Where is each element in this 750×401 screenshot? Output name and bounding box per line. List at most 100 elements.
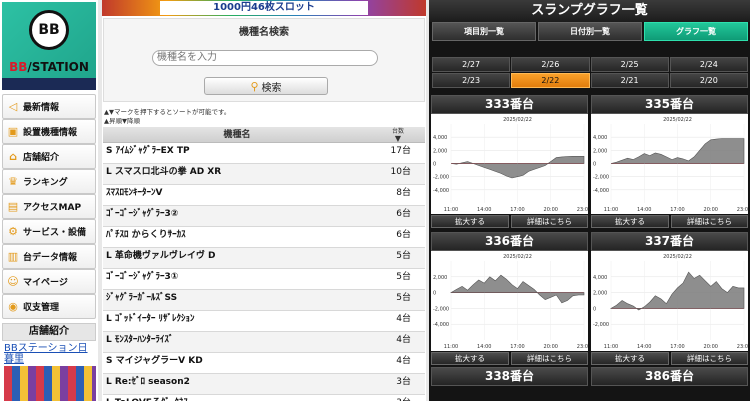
detail-button[interactable]: 詳細はこちら [511,215,588,228]
tab-0[interactable]: 項目別一覧 [432,22,536,41]
tab-1[interactable]: 日付別一覧 [538,22,642,41]
x-tick-label: 17:00 [510,344,524,350]
machine-card: 335番台 2025/02/22 4,000 2,000 0 -2,000 -4,000 11… [591,95,748,228]
slump-chart[interactable]: 2025/02/22 2,000 0 -2,000 -4,000 11:00 14:00 17… [431,251,588,351]
date-button-7[interactable]: 2/20 [669,73,748,88]
view-tabs: 項目別一覧 日付別一覧 グラフ一覧 [432,22,748,41]
expand-button[interactable]: 拡大する [591,352,669,365]
shop-photo[interactable] [4,366,96,401]
table-row[interactable]: L ToLOVEるﾀﾞｰｸﾈｽ 3台 [103,395,425,401]
machine-title[interactable]: 337番台 [591,232,748,251]
expand-button[interactable]: 拡大する [431,215,509,228]
search-button[interactable]: ⚲ 検索 [204,77,328,95]
speaker-icon: ◁ [8,99,18,113]
date-button-5[interactable]: 2/22 [511,73,590,88]
table-header: 機種名 台数 ▼ [103,127,425,143]
table-row[interactable]: S マイジャグラーV KD 4台 [103,353,425,374]
table-row[interactable]: ｺﾞｰｺﾞｰｼﾞｬｸﾞﾗｰ3② 6台 [103,206,425,227]
x-tick-label: 23:00 [737,344,748,350]
date-button-4[interactable]: 2/23 [432,73,511,88]
machine-count: 5台 [396,293,411,303]
x-tick-label: 17:00 [670,207,684,213]
tab-2[interactable]: グラフ一覧 [644,22,748,41]
machine-name: L ｺﾞｯﾄﾞｲｰﾀｰ ﾘｻﾞﾚｸｼｮﾝ [106,314,195,324]
date-button-1[interactable]: 2/26 [511,57,590,72]
table-row[interactable]: L スマスロ北斗の拳 AD XR 10台 [103,164,425,185]
user-icon: ☺ [7,274,19,288]
sidebar-item-3[interactable]: ♛ ランキング [2,169,96,194]
sidebar-item-6[interactable]: ▥ 台データ情報 [2,244,96,269]
column-count[interactable]: 台数 ▼ [371,128,425,143]
table-row[interactable]: L ﾓﾝｽﾀｰﾊﾝﾀｰﾗｲｽﾞ 4台 [103,332,425,353]
chart-date-label: 2025/02/22 [503,117,532,123]
date-button-3[interactable]: 2/24 [669,57,748,72]
sidebar-item-4[interactable]: ▤ アクセスMAP [2,194,96,219]
machine-count: 3台 [396,377,411,387]
y-tick-label: 4,000 [433,135,447,141]
machine-name: L ﾓﾝｽﾀｰﾊﾝﾀｰﾗｲｽﾞ [106,335,174,345]
sort-arrow-icon[interactable]: ▼ [371,135,425,143]
machine-buttons: 拡大する 詳細はこちら [591,352,748,365]
y-tick-label: 0 [433,291,436,297]
shop-link[interactable]: BBステーション日暮里 [4,343,96,365]
slump-chart[interactable]: 2025/02/22 4,000 2,000 0 -2,000 -4,000 11:00 14… [431,114,588,214]
date-button-6[interactable]: 2/21 [590,73,669,88]
table-row[interactable]: ﾊﾟﾁｽﾛ からくりｻｰｶｽ 6台 [103,227,425,248]
date-button-2[interactable]: 2/25 [590,57,669,72]
date-button-0[interactable]: 2/27 [432,57,511,72]
table-row[interactable]: L Re:ｾﾞﾛ season2 3台 [103,374,425,395]
machine-count: 6台 [396,209,411,219]
machine-count: 3台 [396,395,411,401]
rate-banner-text: 1000円46枚スロット [160,1,368,15]
x-tick-label: 17:00 [670,344,684,350]
y-tick-label: -2,000 [433,175,449,181]
logo-wordmark: BB/STATION [2,60,96,74]
x-tick-label: 14:00 [637,207,651,213]
rate-banner: 1000円46枚スロット [102,0,426,16]
x-tick-label: 20:00 [544,344,558,350]
logo-emblem: BB [29,10,69,50]
slump-chart-svg: 2025/02/22 4,000 2,000 0 -2,000 -4,000 11:00 14… [593,117,748,213]
table-row[interactable]: S ｱｲﾑｼﾞｬｸﾞﾗｰEX TP 17台 [103,143,425,164]
y-tick-label: 2,000 [593,148,607,154]
machine-name: ｽﾏｽﾛﾓﾝｷｰﾀｰﾝV [106,188,163,198]
machine-title[interactable]: 336番台 [431,232,588,251]
detail-button[interactable]: 詳細はこちら [671,352,748,365]
slump-chart[interactable]: 2025/02/22 4,000 2,000 0 -2,000 11:00 14:00 17:… [591,251,748,351]
x-tick-label: 11:00 [444,207,458,213]
table-row[interactable]: ｺﾞｰｺﾞｰｼﾞｬｸﾞﾗｰ3① 5台 [103,269,425,290]
search-input[interactable]: 機種名を入力 [152,50,378,66]
machine-count: 10台 [390,167,411,177]
machine-card: 336番台 2025/02/22 2,000 0 -2,000 -4,000 11:00 14… [431,232,588,365]
sidebar-item-1[interactable]: ▣ 設置機種情報 [2,119,96,144]
machine-name: ｼﾞｬｸﾞﾗｰｶﾞｰﾙｽﾞSS [106,293,178,303]
detail-button[interactable]: 詳細はこちら [511,352,588,365]
y-tick-label: -4,000 [593,188,609,194]
sidebar-item-2[interactable]: ⌂ 店舗紹介 [2,144,96,169]
column-machine-name[interactable]: 機種名 [103,127,371,143]
expand-button[interactable]: 拡大する [591,215,669,228]
search-icon: ⚲ [250,79,259,93]
table-row[interactable]: L 革命機ヴァルヴレイヴ D 5台 [103,248,425,269]
sidebar-item-5[interactable]: ⚙ サービス・設備 [2,219,96,244]
machine-title[interactable]: 333番台 [431,95,588,114]
detail-button[interactable]: 詳細はこちら [671,215,748,228]
sidebar-item-8[interactable]: ◉ 収支管理 [2,294,96,319]
table-row[interactable]: ｼﾞｬｸﾞﾗｰｶﾞｰﾙｽﾞSS 5台 [103,290,425,311]
site-logo[interactable]: BB BB/STATION [2,2,96,90]
machine-count: 4台 [396,356,411,366]
machine-table: S ｱｲﾑｼﾞｬｸﾞﾗｰEX TP 17台 L スマスロ北斗の拳 AD XR 10台 ｽ… [103,143,425,401]
machine-title[interactable]: 335番台 [591,95,748,114]
sidebar-item-0[interactable]: ◁ 最新情報 [2,94,96,119]
machine-name: L ToLOVEるﾀﾞｰｸﾈｽ [106,395,188,401]
slump-chart-svg: 2025/02/22 4,000 2,000 0 -2,000 11:00 14:00 17:… [593,254,748,350]
table-row[interactable]: ｽﾏｽﾛﾓﾝｷｰﾀｰﾝV 8台 [103,185,425,206]
slump-chart[interactable]: 2025/02/22 4,000 2,000 0 -2,000 -4,000 11:00 14… [591,114,748,214]
machine-title[interactable]: 338番台 [431,367,588,386]
machine-name: L 革命機ヴァルヴレイヴ D [106,251,216,261]
sidebar-item-7[interactable]: ☺ マイページ [2,269,96,294]
machine-title[interactable]: 386番台 [591,367,748,386]
sidebar-menu: ◁ 最新情報 ▣ 設置機種情報 ⌂ 店舗紹介 ♛ ランキング ▤ アクセスMAP ⚙ サービス・設備 ▥… [2,94,96,319]
table-row[interactable]: L ｺﾞｯﾄﾞｲｰﾀｰ ﾘｻﾞﾚｸｼｮﾝ 4台 [103,311,425,332]
expand-button[interactable]: 拡大する [431,352,509,365]
